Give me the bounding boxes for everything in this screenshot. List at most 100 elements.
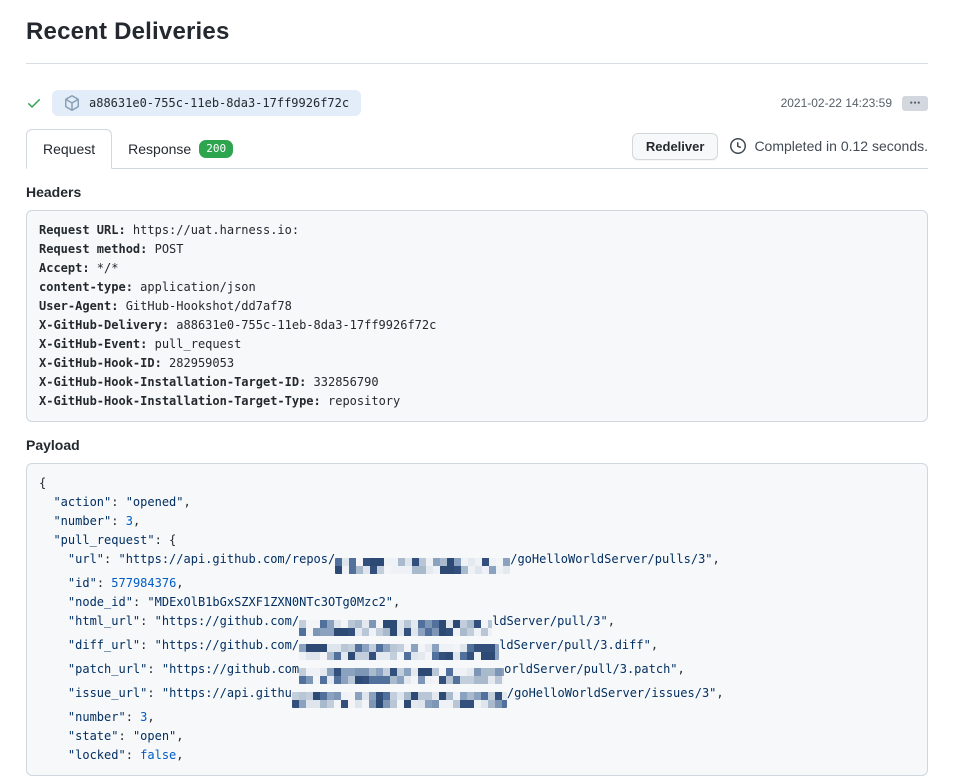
header-line: content-type: application/json: [39, 278, 915, 297]
header-key: X-GitHub-Delivery:: [39, 318, 169, 332]
title-divider: [26, 63, 928, 64]
code-token: false: [140, 748, 176, 762]
code-token: 3: [126, 514, 133, 528]
header-value: https://uat.harness.io:: [126, 223, 299, 237]
delivery-timestamp: 2021-02-22 14:23:59: [781, 96, 892, 110]
completed-text: Completed in 0.12 seconds.: [754, 138, 928, 154]
kebab-horizontal-icon: [909, 97, 921, 109]
code-token: ,: [716, 686, 723, 700]
header-value: pull_request: [147, 337, 241, 351]
payload-title: Payload: [26, 437, 928, 453]
code-token: [39, 576, 68, 590]
code-token: :: [126, 748, 140, 762]
code-token: "state": [68, 729, 119, 743]
header-line: X-GitHub-Hook-Installation-Target-Type: …: [39, 392, 915, 411]
payload-line: "issue_url": "https://api.githu/goHelloW…: [39, 684, 915, 708]
code-token: ,: [713, 552, 720, 566]
header-value: application/json: [133, 280, 256, 294]
code-token: [39, 552, 68, 566]
header-key: Request method:: [39, 242, 147, 256]
payload-line: "node_id": "MDExOlB1bGxSZXF1ZXN0NTc3OTg0…: [39, 593, 915, 612]
code-token: ldServer/pull/3.diff": [499, 638, 651, 652]
code-token: :: [140, 614, 154, 628]
code-token: /goHelloWorldServer/issues/3": [507, 686, 717, 700]
code-token: "id": [68, 576, 97, 590]
code-token: [39, 495, 53, 509]
completed-status: Completed in 0.12 seconds.: [730, 138, 928, 154]
delivery-options-button[interactable]: [902, 96, 928, 111]
tab-bar: Request Response 200 Redeliver Completed…: [26, 130, 928, 169]
header-value: POST: [147, 242, 183, 256]
header-line: X-GitHub-Event: pull_request: [39, 335, 915, 354]
payload-line: "diff_url": "https://github.com/ldServer…: [39, 636, 915, 660]
header-key: X-GitHub-Hook-ID:: [39, 356, 162, 370]
code-token: "locked": [68, 748, 126, 762]
code-token: "opened": [126, 495, 184, 509]
header-line: X-GitHub-Delivery: a88631e0-755c-11eb-8d…: [39, 316, 915, 335]
header-value: */*: [90, 261, 119, 275]
code-token: ,: [651, 638, 658, 652]
redacted-region: [292, 692, 507, 708]
code-token: [39, 748, 68, 762]
payload-line: "url": "https://api.github.com/repos//go…: [39, 550, 915, 574]
header-value: repository: [321, 394, 400, 408]
code-token: :: [118, 729, 132, 743]
package-icon: [64, 95, 80, 111]
code-token: "MDExOlB1bGxSZXF1ZXN0NTc3OTg0Mzc2": [147, 595, 393, 609]
tab-response-label: Response: [128, 139, 191, 159]
header-key: Request URL:: [39, 223, 126, 237]
delivery-guid: a88631e0-755c-11eb-8da3-17ff9926f72c: [89, 96, 349, 110]
payload-line: "pull_request": {: [39, 531, 915, 550]
code-token: [39, 638, 68, 652]
header-key: content-type:: [39, 280, 133, 294]
code-token: ,: [176, 576, 183, 590]
redacted-region: [335, 558, 510, 574]
tab-response[interactable]: Response 200: [112, 130, 249, 168]
redacted-region: [299, 668, 504, 684]
code-token: ,: [176, 748, 183, 762]
payload-line: "html_url": "https://github.com/ldServer…: [39, 612, 915, 636]
check-icon: [26, 95, 42, 111]
code-token: ,: [678, 662, 685, 676]
delivery-guid-pill[interactable]: a88631e0-755c-11eb-8da3-17ff9926f72c: [52, 90, 361, 116]
code-token: :: [147, 686, 161, 700]
code-token: [39, 514, 53, 528]
payload-line: "patch_url": "https://github.comorldServ…: [39, 660, 915, 684]
code-token: [39, 595, 68, 609]
code-token: "patch_url": [68, 662, 147, 676]
clock-icon: [730, 138, 746, 154]
code-token: :: [111, 495, 125, 509]
header-value: 332856790: [306, 375, 378, 389]
code-token: "number": [68, 710, 126, 724]
headers-title: Headers: [26, 184, 928, 200]
header-line: X-GitHub-Hook-Installation-Target-ID: 33…: [39, 373, 915, 392]
code-token: :: [104, 552, 118, 566]
header-line: Accept: */*: [39, 259, 915, 278]
code-token: "number": [53, 514, 111, 528]
code-token: 577984376: [111, 576, 176, 590]
redacted-region: [299, 620, 492, 636]
header-key: Accept:: [39, 261, 90, 275]
payload-line: "locked": false,: [39, 746, 915, 765]
redeliver-button[interactable]: Redeliver: [632, 133, 719, 160]
response-status-badge: 200: [199, 140, 233, 158]
code-token: "html_url": [68, 614, 140, 628]
code-token: :: [133, 595, 147, 609]
header-key: X-GitHub-Event:: [39, 337, 147, 351]
payload-box: { "action": "opened", "number": 3, "pull…: [26, 463, 928, 776]
code-token: ,: [147, 710, 154, 724]
header-key: X-GitHub-Hook-Installation-Target-ID:: [39, 375, 306, 389]
code-token: [39, 614, 68, 628]
code-token: [39, 710, 68, 724]
code-token: ,: [608, 614, 615, 628]
payload-line: {: [39, 474, 915, 493]
header-value: a88631e0-755c-11eb-8da3-17ff9926f72c: [169, 318, 436, 332]
code-token: "https://api.githu: [162, 686, 292, 700]
tab-request[interactable]: Request: [26, 129, 112, 169]
recent-deliveries-page: Recent Deliveries a88631e0-755c-11eb-8da…: [0, 0, 954, 776]
payload-line: "id": 577984376,: [39, 574, 915, 593]
code-token: :: [111, 514, 125, 528]
code-token: ,: [184, 495, 191, 509]
code-token: "https://github.com/: [155, 638, 300, 652]
code-token: ,: [393, 595, 400, 609]
